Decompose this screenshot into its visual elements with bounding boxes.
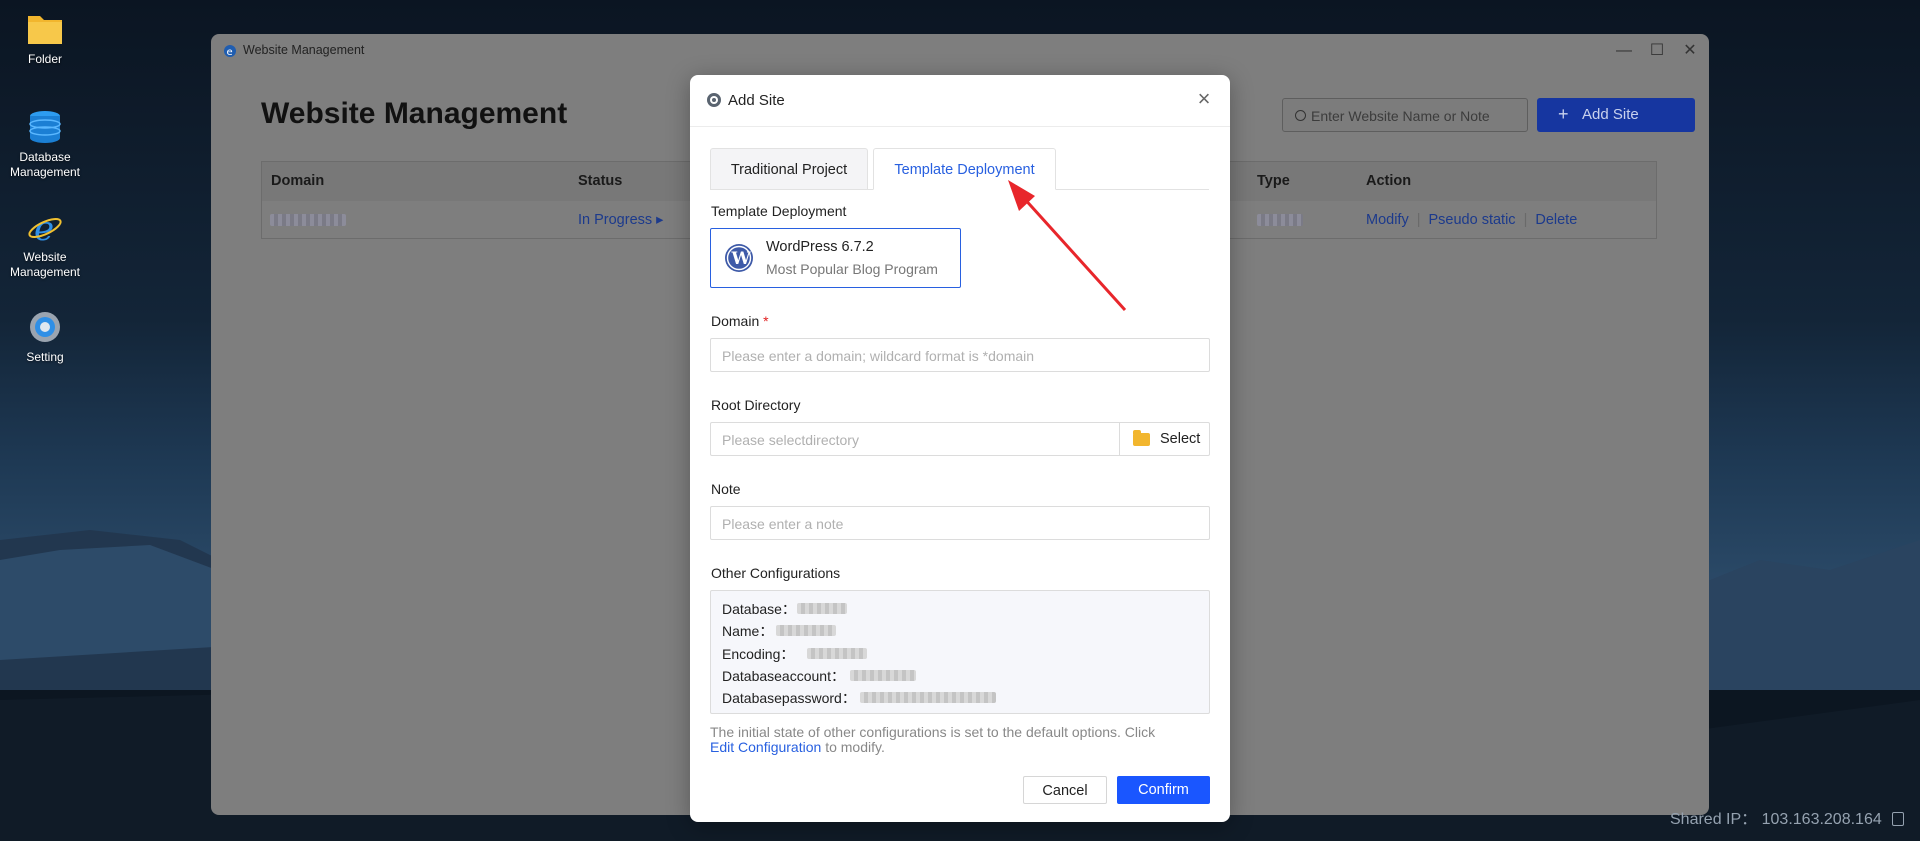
domain-label: Domain * <box>711 313 769 329</box>
add-site-dialog: Add Site × Traditional Project Template … <box>690 75 1230 822</box>
desktop-icon-label: Database Management <box>9 150 81 179</box>
modify-link[interactable]: Modify <box>1366 212 1409 228</box>
required-marker: * <box>763 313 769 329</box>
add-site-label: Add Site <box>1582 106 1639 123</box>
redacted-value <box>776 625 836 637</box>
config-database: Database： <box>722 599 1209 621</box>
domain-input[interactable]: Please enter a domain; wildcard format i… <box>710 338 1210 372</box>
redacted-value <box>797 603 847 614</box>
minimize-button[interactable]: — <box>1614 41 1634 61</box>
browser-e-icon: e <box>26 208 64 249</box>
svg-text:W: W <box>731 249 752 269</box>
desktop-icon-label: Website Management <box>9 250 81 279</box>
column-header-type: Type <box>1257 173 1290 189</box>
config-encoding-label: Encoding： <box>722 645 795 662</box>
desktop-icon-database[interactable]: Database Management <box>0 108 90 180</box>
status-in-progress-link[interactable]: In Progress ▸ <box>578 212 663 228</box>
domain-label-text: Domain <box>711 313 760 329</box>
add-site-button[interactable]: + Add Site <box>1537 98 1695 132</box>
redacted-value <box>807 647 867 659</box>
hint-prefix: The initial state of other configuration… <box>710 724 1156 740</box>
close-icon[interactable]: × <box>1192 87 1216 111</box>
redacted-value <box>860 692 996 704</box>
wordpress-template-card[interactable]: W WordPress 6.7.2 Most Popular Blog Prog… <box>710 228 961 288</box>
desktop-icon-folder[interactable]: Folder <box>0 10 90 67</box>
search-icon <box>1295 110 1306 121</box>
search-placeholder: Enter Website Name or Note <box>1311 108 1490 124</box>
root-directory-input[interactable]: Please selectdirectory Select <box>710 422 1210 456</box>
config-db-account: Databaseaccount： <box>722 666 1209 688</box>
window-titlebar[interactable]: e Website Management — ☐ ✕ <box>211 34 1709 68</box>
note-label: Note <box>711 481 741 497</box>
root-directory-placeholder: Please selectdirectory <box>722 432 859 448</box>
edit-configuration-link[interactable]: Edit Configuration <box>710 739 821 755</box>
page-title: Website Management <box>261 97 568 130</box>
root-directory-label: Root Directory <box>711 397 801 413</box>
copy-icon[interactable] <box>1892 812 1905 826</box>
column-header-status: Status <box>578 173 623 189</box>
note-input[interactable]: Please enter a note <box>710 506 1210 540</box>
select-directory-button[interactable]: Select <box>1119 423 1209 455</box>
template-description: Most Popular Blog Program <box>766 261 938 277</box>
hint-suffix: to modify. <box>825 739 885 755</box>
other-configurations-box: Database： Name： Encoding： Databaseaccoun… <box>710 590 1210 714</box>
status-label: In Progress <box>578 212 653 228</box>
gear-icon <box>706 92 722 108</box>
close-window-button[interactable]: ✕ <box>1680 41 1700 61</box>
pseudo-static-link[interactable]: Pseudo static <box>1429 212 1516 228</box>
type-value-redacted <box>1257 214 1303 226</box>
config-database-label: Database： <box>722 601 796 617</box>
confirm-button[interactable]: Confirm <box>1117 776 1210 804</box>
shared-ip-label: Shared IP： <box>1670 811 1758 828</box>
gear-icon <box>26 308 64 346</box>
domain-value-redacted[interactable] <box>270 214 346 226</box>
wordpress-icon: W <box>724 243 754 273</box>
select-label: Select <box>1160 431 1201 447</box>
svg-text:e: e <box>34 209 54 246</box>
dialog-title: Add Site <box>728 92 785 109</box>
config-encoding: Encoding： <box>722 644 1209 666</box>
config-db-password-label: Databasepassword： <box>722 690 856 707</box>
browser-e-icon: e <box>223 44 237 58</box>
desktop-icon-setting[interactable]: Setting <box>0 308 90 365</box>
dialog-header: Add Site × <box>690 75 1230 127</box>
note-placeholder: Please enter a note <box>722 516 844 532</box>
row-actions: Modify | Pseudo static | Delete <box>1366 212 1578 228</box>
maximize-button[interactable]: ☐ <box>1647 41 1667 61</box>
column-header-domain: Domain <box>271 173 325 189</box>
database-icon <box>26 108 64 146</box>
other-configurations-label: Other Configurations <box>711 565 841 581</box>
template-name: WordPress 6.7.2 <box>766 239 874 255</box>
delete-link[interactable]: Delete <box>1535 212 1577 228</box>
cancel-button[interactable]: Cancel <box>1023 776 1107 804</box>
shared-ip: Shared IP： 103.163.208.164 <box>1670 805 1905 829</box>
folder-icon <box>1133 430 1150 446</box>
domain-placeholder: Please enter a domain; wildcard format i… <box>722 348 1035 364</box>
configuration-hint: The initial state of other configuration… <box>710 725 1210 755</box>
tab-template-deployment[interactable]: Template Deployment <box>873 148 1056 190</box>
svg-text:e: e <box>227 47 233 58</box>
search-input[interactable]: Enter Website Name or Note <box>1282 98 1528 132</box>
config-db-password: Databasepassword： <box>722 688 1209 710</box>
config-name-label: Name： <box>722 623 774 640</box>
config-name: Name： <box>722 621 1209 643</box>
plus-icon: + <box>1558 104 1569 124</box>
window-title: Website Management <box>243 43 365 57</box>
folder-icon <box>26 10 64 48</box>
tab-traditional-project[interactable]: Traditional Project <box>710 148 868 190</box>
shared-ip-value: 103.163.208.164 <box>1761 811 1882 828</box>
desktop-icon-website[interactable]: e Website Management <box>0 208 90 280</box>
desktop-icon-label: Setting <box>26 350 64 364</box>
template-label: Template Deployment <box>711 203 847 219</box>
redacted-value <box>850 669 916 681</box>
deployment-tabs: Traditional Project Template Deployment <box>710 148 1209 190</box>
column-header-action: Action <box>1366 173 1412 189</box>
config-db-account-label: Databaseaccount： <box>722 667 845 684</box>
desktop-icon-label: Folder <box>27 52 62 66</box>
